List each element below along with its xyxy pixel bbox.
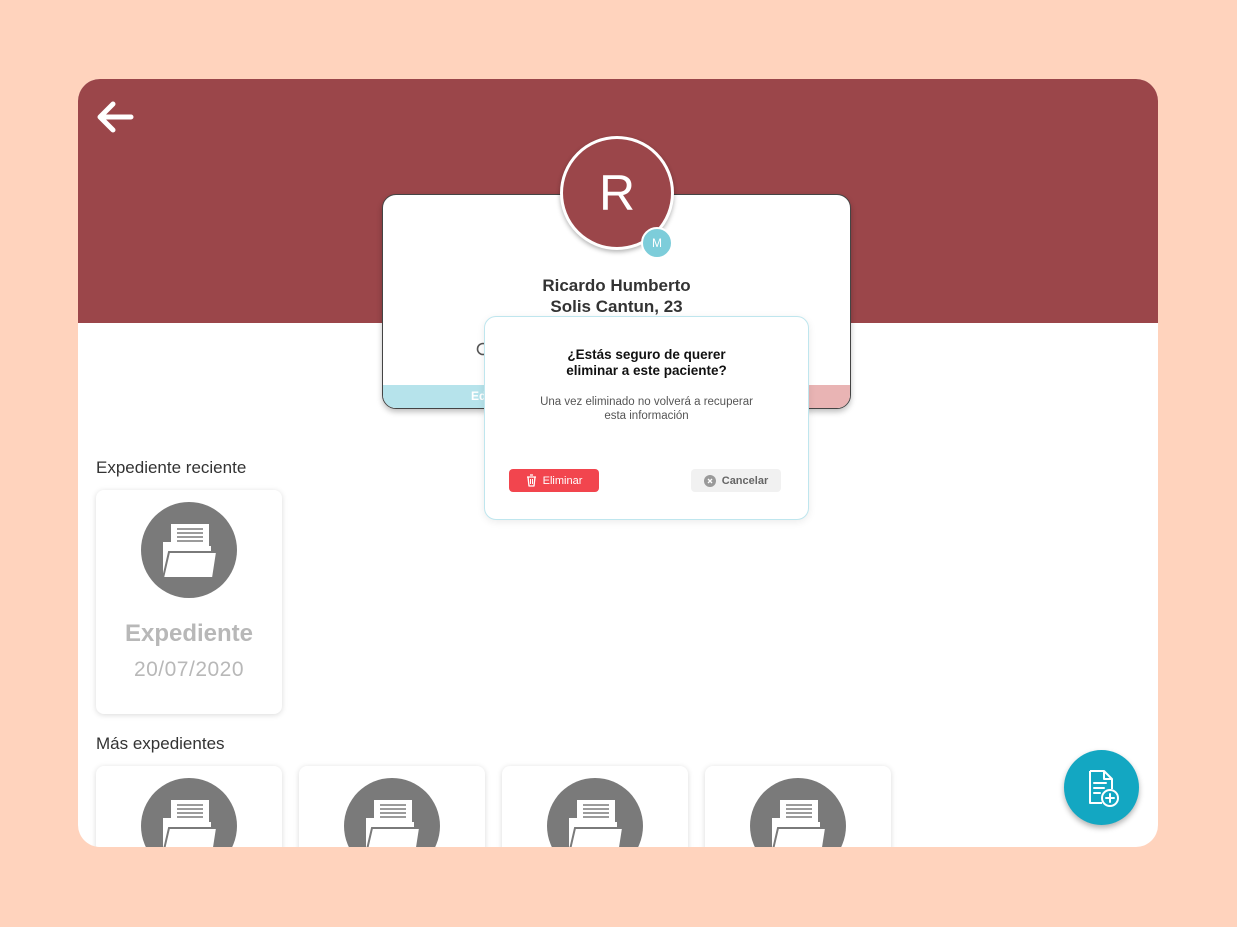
- gender-badge: M: [641, 227, 673, 259]
- arrow-left-icon: [97, 101, 134, 133]
- close-circle-icon: [703, 474, 716, 487]
- app-window: Ricardo Humberto Solis Cantun, 23 Ed R M…: [78, 79, 1158, 847]
- record-card[interactable]: [502, 766, 688, 847]
- cancel-label: Cancelar: [721, 474, 769, 487]
- trash-icon: [526, 474, 536, 487]
- patient-name: Ricardo Humberto Solis Cantun, 23: [383, 275, 850, 317]
- add-record-button[interactable]: [1064, 750, 1139, 825]
- dialog-title: ¿Estás seguro de querer eliminar a este …: [566, 347, 727, 378]
- cancel-button[interactable]: Cancelar: [691, 469, 781, 492]
- folder-icon: [163, 800, 219, 847]
- folder-icon-circle: [547, 778, 643, 847]
- avatar-initial: R: [598, 165, 636, 221]
- folder-icon-circle: [750, 778, 846, 847]
- folder-icon-circle: [141, 778, 237, 847]
- record-card[interactable]: [299, 766, 485, 847]
- recent-records-title: Expediente reciente: [96, 458, 247, 477]
- gender-badge-label: M: [652, 236, 662, 250]
- confirm-delete-label: Eliminar: [542, 474, 583, 487]
- record-date: 20/07/2020: [133, 658, 245, 681]
- record-title: Expediente: [124, 620, 254, 647]
- record-card[interactable]: [96, 766, 282, 847]
- folder-icon: [569, 800, 625, 847]
- confirm-delete-button[interactable]: Eliminar: [509, 469, 599, 492]
- back-button[interactable]: [92, 99, 138, 135]
- add-document-icon: [1088, 769, 1119, 807]
- folder-icon: [161, 524, 219, 579]
- more-records-title: Más expedientes: [96, 734, 225, 753]
- recent-record-card[interactable]: Expediente 20/07/2020: [96, 490, 282, 714]
- dialog-message: Una vez eliminado no volverá a recuperar…: [540, 396, 753, 422]
- patient-name-line1: Ricardo Humberto: [542, 276, 691, 295]
- record-card[interactable]: [705, 766, 891, 847]
- folder-icon-circle: [141, 502, 237, 598]
- patient-name-line2: Solis Cantun, 23: [550, 297, 683, 316]
- folder-icon: [772, 800, 828, 847]
- folder-icon-circle: [344, 778, 440, 847]
- delete-confirm-dialog: ¿Estás seguro de querer eliminar a este …: [484, 316, 809, 520]
- folder-icon: [366, 800, 422, 847]
